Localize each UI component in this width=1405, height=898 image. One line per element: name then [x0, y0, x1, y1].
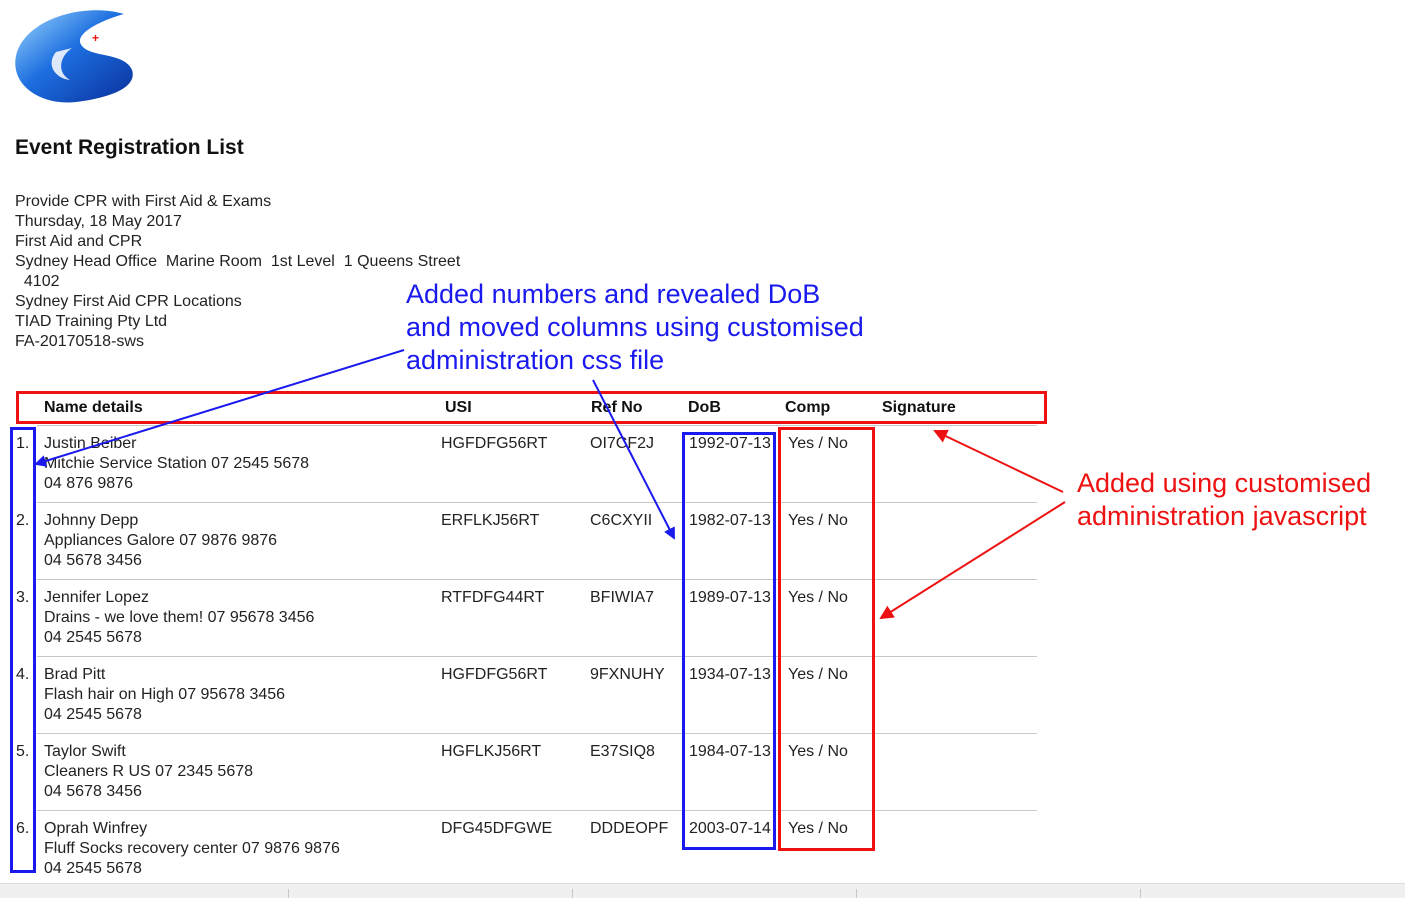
event-date: Thursday, 18 May 2017 [15, 213, 182, 230]
course-name: Provide CPR with First Aid & Exams [15, 193, 272, 210]
table-row: 6. Oprah Winfrey Fluff Socks recovery ce… [16, 810, 1037, 887]
header-highlight-box [16, 391, 1047, 424]
event-code: FA-20170518-sws [15, 333, 144, 350]
table-row: 4. Brad Pitt Flash hair on High 07 95678… [16, 656, 1037, 733]
participant-name: Brad Pitt [44, 666, 106, 683]
css-annotation: Added numbers and revealed DoB and moved… [406, 278, 864, 377]
css-annotation-line: and moved columns using customised [406, 312, 864, 342]
svg-text:+: + [92, 31, 99, 45]
css-annotation-line: administration css file [406, 345, 665, 375]
participant-name: Johnny Depp [44, 512, 139, 529]
registration-table: Name details USI Ref No DoB Comp Signatu… [15, 392, 1037, 887]
course-type: First Aid and CPR [15, 233, 143, 250]
participant-name: Justin Beiber [44, 435, 137, 452]
participant-name: Taylor Swift [44, 743, 126, 760]
dob-highlight-box [682, 432, 776, 850]
ref-no-value: 9FXNUHY [590, 666, 665, 683]
ref-no-value: OI7CF2J [590, 435, 655, 452]
participant-name: Jennifer Lopez [44, 589, 149, 606]
ref-no-value: C6CXYII [590, 512, 653, 529]
ref-no-value: DDDEOPF [590, 820, 669, 837]
location-name: Sydney First Aid CPR Locations [15, 293, 242, 310]
ref-no-value: BFIWIA7 [590, 589, 655, 606]
usi-value: DFG45DFGWE [441, 820, 553, 837]
usi-value: HGFDFG56RT [441, 666, 548, 683]
name-details: Taylor Swift Cleaners R US 07 2345 5678 … [44, 742, 253, 802]
venue-postcode: 4102 [15, 273, 60, 290]
name-details: Johnny Depp Appliances Galore 07 9876 98… [44, 511, 277, 571]
ref-no-value: E37SIQ8 [590, 743, 655, 760]
table-row: 2. Johnny Depp Appliances Galore 07 9876… [16, 502, 1037, 579]
name-details: Justin Beiber Mitchie Service Station 07… [44, 434, 309, 494]
javascript-annotation-line: administration javascript [1077, 501, 1367, 531]
participant-company: Cleaners R US 07 2345 5678 [44, 763, 254, 780]
participant-company: Mitchie Service Station 07 2545 5678 [44, 455, 310, 472]
table-row: 3. Jennifer Lopez Drains - we love them!… [16, 579, 1037, 656]
participant-phone: 04 2545 5678 [44, 629, 142, 646]
participant-phone: 04 2545 5678 [44, 706, 142, 723]
javascript-annotation-line: Added using customised [1077, 468, 1372, 498]
javascript-annotation: Added using customised administration ja… [1077, 467, 1371, 533]
company-logo: + [15, 10, 133, 103]
name-details: Brad Pitt Flash hair on High 07 95678 34… [44, 665, 285, 725]
name-details: Oprah Winfrey Fluff Socks recovery cente… [44, 819, 340, 879]
name-details: Jennifer Lopez Drains - we love them! 07… [44, 588, 314, 648]
page-title: Event Registration List [15, 136, 244, 159]
participant-company: Flash hair on High 07 95678 3456 [44, 686, 286, 703]
participant-phone: 04 2545 5678 [44, 860, 142, 877]
provider-name: TIAD Training Pty Ltd [15, 313, 168, 330]
venue-address: Sydney Head Office Marine Room 1st Level… [15, 253, 461, 270]
usi-value: HGFLKJ56RT [441, 743, 542, 760]
usi-value: ERFLKJ56RT [441, 512, 540, 529]
usi-value: HGFDFG56RT [441, 435, 548, 452]
horizontal-scrollbar[interactable] [0, 883, 1405, 898]
participant-company: Fluff Socks recovery center 07 9876 9876 [44, 840, 340, 857]
participant-name: Oprah Winfrey [44, 820, 148, 837]
participant-phone: 04 5678 3456 [44, 552, 142, 569]
participant-phone: 04 876 9876 [44, 475, 133, 492]
participant-company: Appliances Galore 07 9876 9876 [44, 532, 278, 549]
usi-value: RTFDFG44RT [441, 589, 545, 606]
table-row: 5. Taylor Swift Cleaners R US 07 2345 56… [16, 733, 1037, 810]
participant-phone: 04 5678 3456 [44, 783, 142, 800]
table-row: 1. Justin Beiber Mitchie Service Station… [16, 425, 1037, 502]
css-annotation-line: Added numbers and revealed DoB [406, 279, 821, 309]
comp-highlight-box [778, 427, 875, 851]
numbers-highlight-box [10, 427, 36, 873]
event-info: Provide CPR with First Aid & Exams Thurs… [15, 192, 460, 352]
participant-company: Drains - we love them! 07 95678 3456 [44, 609, 315, 626]
